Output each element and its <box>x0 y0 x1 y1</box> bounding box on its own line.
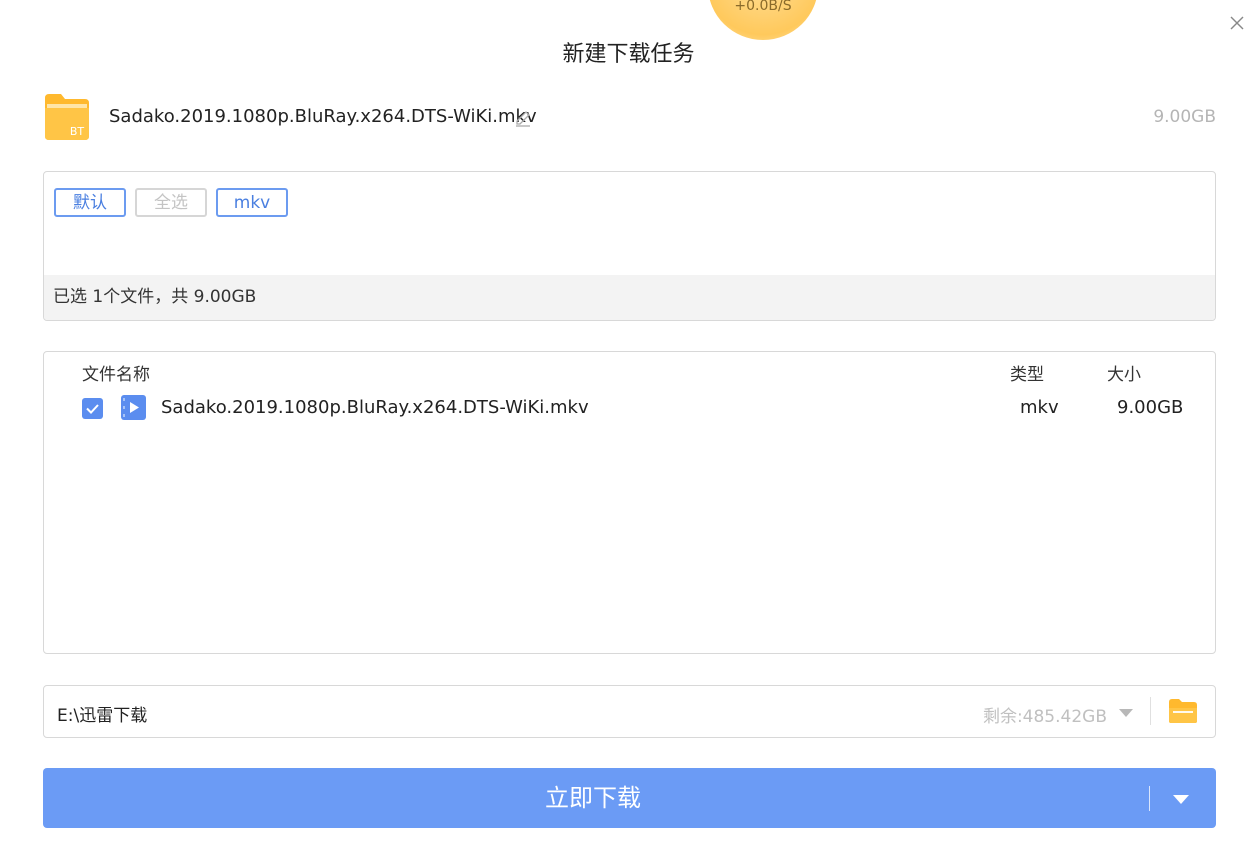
folder-icon <box>1169 699 1197 723</box>
task-name[interactable]: Sadako.2019.1080p.BluRay.x264.DTS-WiKi.m… <box>109 106 537 127</box>
new-download-dialog: +0.0B/S 新建下载任务 BT Sadako.2019.1080p.BluR… <box>0 0 1257 852</box>
svg-text:BT: BT <box>70 125 85 138</box>
close-button[interactable] <box>1226 12 1248 34</box>
bt-folder-icon: BT <box>43 92 91 142</box>
file-checkbox[interactable] <box>82 398 103 419</box>
column-header-type[interactable]: 类型 <box>1010 360 1044 385</box>
filter-chip-select-all[interactable]: 全选 <box>135 188 207 217</box>
divider <box>1150 697 1151 725</box>
download-now-button[interactable]: 立即下载 <box>43 768 1216 828</box>
video-file-icon <box>121 395 146 420</box>
file-name: Sadako.2019.1080p.BluRay.x264.DTS-WiKi.m… <box>161 397 589 418</box>
save-path-field[interactable]: E:\迅雷下载 剩余:485.42GB <box>43 685 1216 738</box>
column-header-size[interactable]: 大小 <box>1107 360 1141 385</box>
download-now-label: 立即下载 <box>545 784 641 812</box>
chevron-down-icon[interactable] <box>1119 709 1133 717</box>
speed-text: +0.0B/S <box>734 0 792 14</box>
remaining-space: 剩余:485.42GB <box>982 707 1107 727</box>
file-list: 文件名称 类型 大小 Sadako.2019.1080p.BluRay.x264… <box>43 351 1216 654</box>
download-options-chevron-icon[interactable] <box>1173 795 1189 804</box>
total-size: 9.00GB <box>1153 107 1216 127</box>
filter-chip-mkv[interactable]: mkv <box>216 188 288 217</box>
edit-name-button[interactable] <box>513 109 533 129</box>
file-type: mkv <box>1020 397 1059 418</box>
dialog-title: 新建下载任务 <box>562 42 695 67</box>
button-divider <box>1149 786 1150 811</box>
close-icon <box>1230 16 1244 30</box>
save-path-text[interactable]: E:\迅雷下载 <box>57 701 147 726</box>
column-header-name[interactable]: 文件名称 <box>82 360 150 385</box>
edit-icon <box>516 111 530 127</box>
check-icon <box>86 404 99 414</box>
filter-chip-default[interactable]: 默认 <box>54 188 126 217</box>
selection-summary: 已选 1个文件，共 9.00GB <box>44 275 1215 320</box>
browse-folder-button[interactable] <box>1167 697 1199 725</box>
file-size: 9.00GB <box>1117 397 1184 418</box>
filter-panel: 默认 全选 mkv 已选 1个文件，共 9.00GB <box>43 171 1216 321</box>
